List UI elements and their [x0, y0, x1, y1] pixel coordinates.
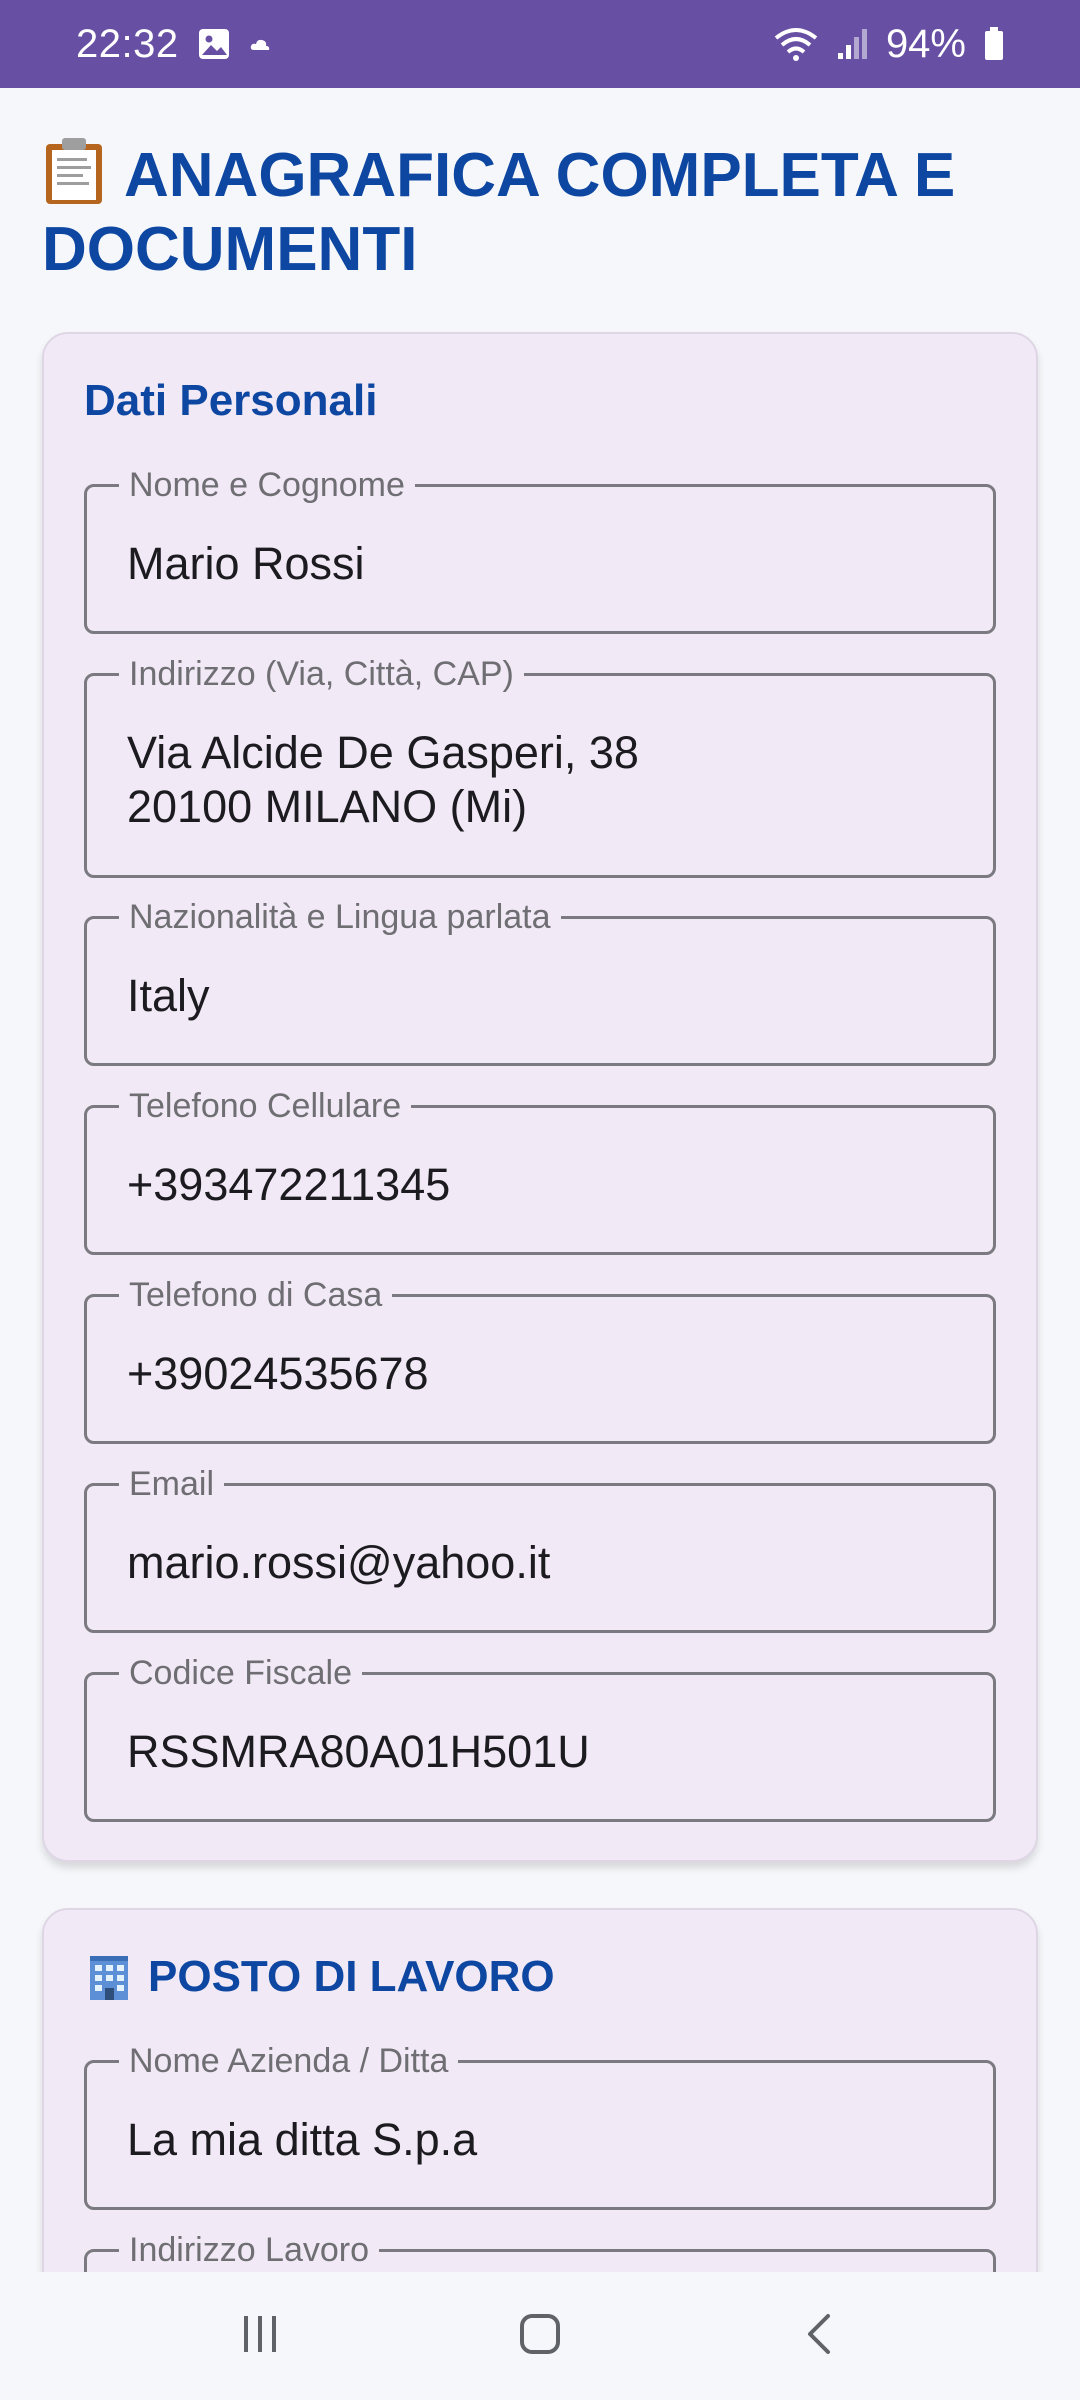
company-name-value: La mia ditta S.p.a: [127, 2114, 478, 2165]
nationality-label: Nazionalità e Lingua parlata: [119, 897, 561, 937]
battery-icon: [984, 27, 1004, 61]
cloud-icon: [249, 36, 271, 52]
back-icon: [798, 2312, 842, 2361]
status-bar: 22:32 94%: [0, 0, 1080, 88]
recent-apps-icon: [238, 2312, 282, 2361]
mobile-phone-label: Telefono Cellulare: [119, 1086, 412, 1126]
signal-icon: [836, 27, 868, 61]
wifi-icon: [774, 26, 818, 62]
address-value: Via Alcide De Gasperi, 38 20100 MILANO (…: [127, 727, 639, 832]
email-field[interactable]: Email mario.rossi@yahoo.it: [84, 1464, 996, 1633]
gallery-icon: [197, 27, 231, 61]
email-label: Email: [119, 1464, 225, 1504]
address-label: Indirizzo (Via, Città, CAP): [119, 654, 524, 694]
main-content[interactable]: ANAGRAFICA COMPLETA E DOCUMENTI Dati Per…: [0, 88, 1080, 2272]
status-right: 94%: [774, 22, 1004, 67]
mobile-phone-field[interactable]: Telefono Cellulare +393472211345: [84, 1086, 996, 1255]
address-field[interactable]: Indirizzo (Via, Città, CAP) Via Alcide D…: [84, 654, 996, 878]
status-left: 22:32: [76, 22, 271, 67]
recent-apps-button[interactable]: [200, 2296, 320, 2376]
work-address-field[interactable]: Indirizzo Lavoro: [84, 2230, 996, 2272]
workplace-card: POSTO DI LAVORO Nome Azienda / Ditta La …: [42, 1908, 1038, 2272]
home-phone-value: +39024535678: [127, 1348, 429, 1399]
home-icon: [518, 2312, 562, 2361]
work-address-label: Indirizzo Lavoro: [119, 2230, 380, 2270]
battery-percent: 94%: [885, 21, 966, 66]
full-name-label: Nome e Cognome: [119, 465, 415, 505]
home-button[interactable]: [480, 2296, 600, 2376]
email-value: mario.rossi@yahoo.it: [127, 1537, 551, 1588]
home-phone-field[interactable]: Telefono di Casa +39024535678: [84, 1275, 996, 1444]
clipboard-icon: [42, 136, 106, 206]
office-building-icon: [84, 1952, 134, 2002]
status-time: 22:32: [76, 21, 179, 66]
company-name-label: Nome Azienda / Ditta: [119, 2041, 459, 2081]
personal-data-card: Dati Personali Nome e Cognome Mario Ross…: [42, 332, 1038, 1862]
workplace-card-title-text: POSTO DI LAVORO: [148, 1952, 555, 2001]
personal-card-title: Dati Personali: [84, 376, 378, 425]
mobile-phone-value: +393472211345: [127, 1159, 451, 1210]
tax-code-label: Codice Fiscale: [119, 1653, 362, 1693]
tax-code-field[interactable]: Codice Fiscale RSSMRA80A01H501U: [84, 1653, 996, 1822]
home-phone-label: Telefono di Casa: [119, 1275, 393, 1315]
nationality-value: Italy: [127, 970, 210, 1021]
company-name-field[interactable]: Nome Azienda / Ditta La mia ditta S.p.a: [84, 2041, 996, 2210]
nationality-field[interactable]: Nazionalità e Lingua parlata Italy: [84, 897, 996, 1066]
back-button[interactable]: [760, 2296, 880, 2376]
full-name-value: Mario Rossi: [127, 538, 365, 589]
workplace-card-title: POSTO DI LAVORO: [84, 1952, 555, 2002]
page-title-text: ANAGRAFICA COMPLETA E DOCUMENTI: [42, 141, 956, 284]
full-name-field[interactable]: Nome e Cognome Mario Rossi: [84, 465, 996, 634]
system-navigation-bar: [0, 2272, 1080, 2400]
tax-code-value: RSSMRA80A01H501U: [127, 1726, 590, 1777]
page-title: ANAGRAFICA COMPLETA E DOCUMENTI: [42, 136, 1042, 287]
